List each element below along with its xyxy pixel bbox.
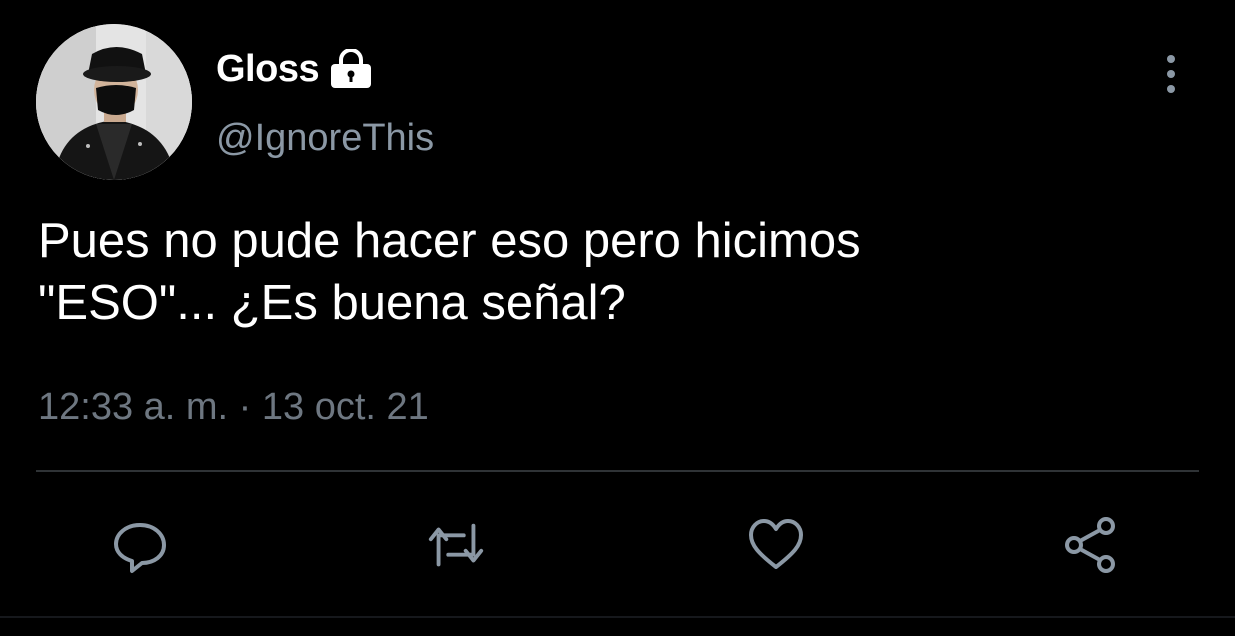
- divider: [36, 470, 1199, 472]
- reply-button[interactable]: [109, 514, 171, 576]
- tweet-text-line: "ESO"... ¿Es buena señal?: [38, 276, 626, 330]
- like-button[interactable]: [745, 514, 807, 576]
- avatar[interactable]: [36, 24, 192, 180]
- lock-icon: [329, 49, 373, 89]
- share-button[interactable]: [1060, 514, 1122, 576]
- tweet-text-line: Pues no pude hacer eso pero hicimos: [38, 214, 861, 268]
- user-handle[interactable]: @IgnoreThis: [216, 117, 434, 160]
- retweet-button[interactable]: [425, 514, 487, 576]
- display-name-row: Gloss: [216, 44, 373, 94]
- more-options-icon[interactable]: [1156, 52, 1186, 96]
- tweet-card: Gloss @IgnoreThis Pues no pude hacer eso…: [0, 0, 1235, 636]
- tweet-timestamp[interactable]: 12:33 a. m. · 13 oct. 21: [38, 386, 429, 429]
- share-icon: [1065, 517, 1115, 573]
- tweet-text: Pues no pude hacer eso pero hicimos "ESO…: [38, 210, 1188, 334]
- retweet-icon: [428, 523, 484, 567]
- reply-icon: [114, 523, 166, 573]
- heart-icon: [749, 519, 803, 569]
- avatar-image: [36, 24, 192, 180]
- display-name[interactable]: Gloss: [216, 48, 320, 91]
- bottom-divider: [0, 616, 1235, 618]
